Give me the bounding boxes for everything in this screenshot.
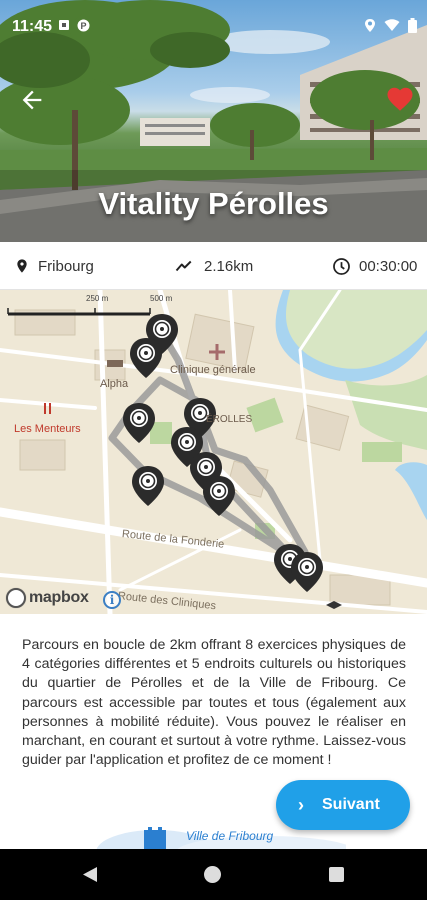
footer-logo-text: Ville de Fribourg <box>186 829 273 843</box>
next-button-label: Suivant <box>322 796 380 813</box>
nav-back-icon[interactable] <box>82 866 98 883</box>
app-icon: P <box>77 19 90 32</box>
screen: 11:45 P Vitality Pérolles Fribourg 2.16k… <box>0 0 427 900</box>
info-duration-text: 00:30:00 <box>359 257 418 275</box>
map-attribution-info-icon[interactable]: i <box>103 591 121 609</box>
location-icon <box>365 19 375 32</box>
route-map[interactable]: 250 m 500 m Alpha Clinique générale Les … <box>0 290 427 614</box>
route-marker[interactable] <box>129 337 163 379</box>
mapbox-logo[interactable]: mapbox <box>6 588 89 608</box>
mapbox-logo-icon <box>6 588 26 608</box>
info-duration: 00:30:00 <box>332 254 417 278</box>
map-label-clinique: Clinique générale <box>170 364 256 376</box>
status-time: 11:45 <box>12 18 53 35</box>
map-label-les-menteurs: Les Menteurs <box>14 423 81 435</box>
wifi-icon <box>384 19 400 31</box>
map-label-alpha: Alpha <box>100 378 129 390</box>
route-description: Parcours en boucle de 2km offrant 8 exer… <box>22 637 406 769</box>
info-distance: 2.16km <box>172 254 253 278</box>
status-icons-left: P <box>58 19 90 32</box>
clock-icon <box>333 257 350 275</box>
android-nav-bar <box>0 849 427 900</box>
route-marker[interactable] <box>202 475 236 517</box>
back-arrow-icon[interactable] <box>18 86 46 114</box>
scale-label-250: 250 m <box>86 294 109 303</box>
hero-image: 11:45 P Vitality Pérolles <box>0 0 427 242</box>
info-location: Fribourg <box>14 254 94 278</box>
status-icons-right <box>364 18 417 33</box>
scale-label-500: 500 m <box>150 294 173 303</box>
battery-icon <box>408 18 417 33</box>
route-title: Vitality Pérolles <box>98 186 329 221</box>
next-button[interactable]: › Suivant <box>276 780 410 830</box>
route-marker[interactable] <box>290 551 324 593</box>
status-bar: 11:45 P <box>0 0 427 48</box>
chevron-right-icon: › <box>298 794 304 815</box>
heart-icon[interactable] <box>385 84 415 114</box>
info-location-text: Fribourg <box>38 257 94 275</box>
trending-line-icon <box>175 260 192 272</box>
route-marker[interactable] <box>122 402 156 444</box>
sim-icon <box>59 20 69 30</box>
map-label-perolles: ÉROLLES <box>206 414 253 425</box>
mapbox-logo-text: mapbox <box>29 589 89 606</box>
nav-home-icon[interactable] <box>204 866 221 883</box>
route-markers <box>122 313 324 593</box>
nav-recents-icon[interactable] <box>329 867 344 882</box>
route-marker[interactable] <box>131 465 165 507</box>
location-pin-icon <box>17 259 27 273</box>
svg-text:P: P <box>80 21 86 31</box>
info-distance-text: 2.16km <box>204 257 254 275</box>
route-info-row: Fribourg 2.16km 00:30:00 <box>0 242 427 290</box>
